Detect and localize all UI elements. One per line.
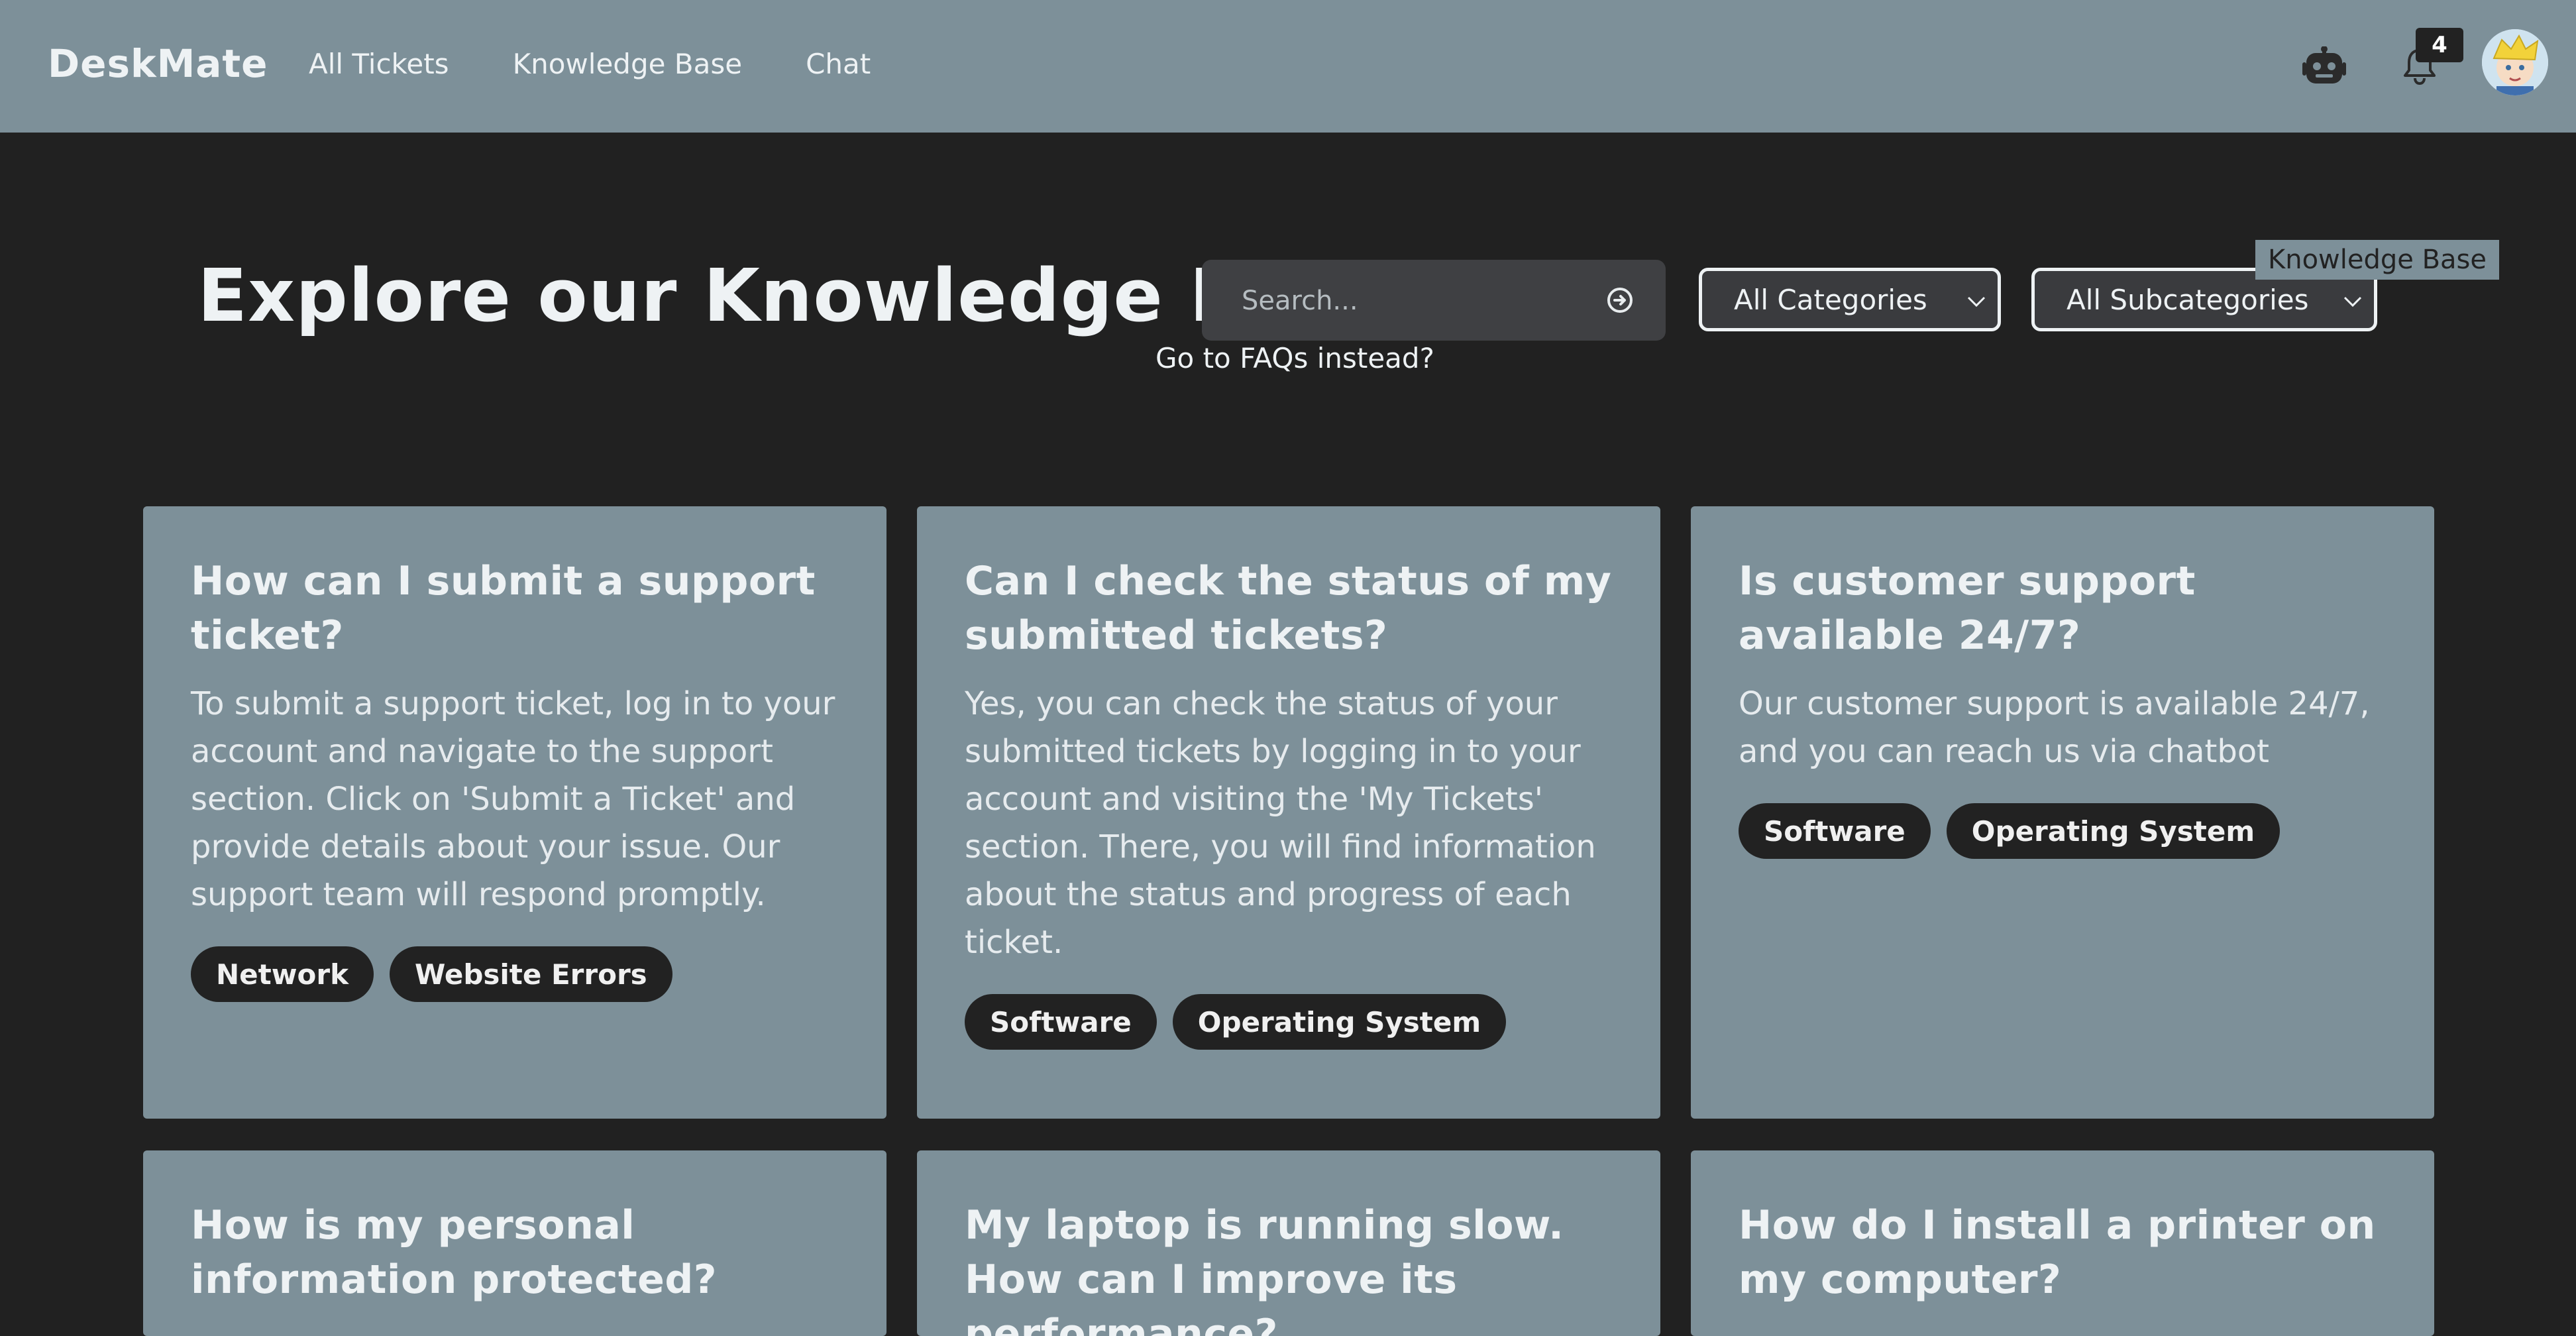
article-title: How is my personal information protected… xyxy=(191,1202,718,1303)
article-card[interactable]: My laptop is running slow. How can I imp… xyxy=(917,1150,1660,1336)
tag-chip[interactable]: Network xyxy=(191,946,374,1002)
article-title: Is customer support available 24/7? xyxy=(1739,558,2196,659)
tag-chip[interactable]: Website Errors xyxy=(390,946,672,1002)
nav-link-all-tickets[interactable]: All Tickets xyxy=(309,48,449,80)
brand-logo[interactable]: DeskMate xyxy=(48,41,268,86)
chatbot-button[interactable] xyxy=(2291,33,2357,99)
article-card[interactable]: Is customer support available 24/7? Our … xyxy=(1691,506,2434,1119)
chevron-down-icon xyxy=(1967,296,1986,307)
chevron-down-icon xyxy=(2343,296,2362,307)
tag-chip[interactable]: Software xyxy=(965,994,1157,1050)
article-title: How do I install a printer on my compute… xyxy=(1739,1202,2376,1303)
article-title: How can I submit a support ticket? xyxy=(191,558,816,659)
subcategory-select-value: All Subcategories xyxy=(2066,283,2309,316)
article-card[interactable]: How do I install a printer on my compute… xyxy=(1691,1150,2434,1336)
nav-link-knowledge-base[interactable]: Knowledge Base xyxy=(513,48,743,80)
article-title: Can I check the status of my submitted t… xyxy=(965,558,1612,659)
article-body: Our customer support is available 24/7, … xyxy=(1739,685,2370,770)
article-tags: Software Operating System xyxy=(965,994,1613,1050)
article-title: My laptop is running slow. How can I imp… xyxy=(965,1202,1564,1336)
article-tags: Network Website Errors xyxy=(191,946,839,1002)
tag-chip[interactable]: Software xyxy=(1739,803,1931,859)
tag-chip[interactable]: Operating System xyxy=(1172,994,1507,1050)
article-tags: Software Operating System xyxy=(1739,803,2387,859)
faq-link[interactable]: Go to FAQs instead? xyxy=(1155,342,1434,374)
article-body: Yes, you can check the status of your su… xyxy=(965,685,1596,961)
article-card[interactable]: How is my personal information protected… xyxy=(143,1150,886,1336)
nav-link-chat[interactable]: Chat xyxy=(806,48,871,80)
article-card[interactable]: Can I check the status of my submitted t… xyxy=(917,506,1660,1119)
search-submit-icon[interactable] xyxy=(1603,284,1637,317)
article-card[interactable]: How can I submit a support ticket? To su… xyxy=(143,506,886,1119)
user-avatar[interactable] xyxy=(2482,29,2548,95)
tooltip: Knowledge Base xyxy=(2255,240,2499,280)
category-select-value: All Categories xyxy=(1734,283,1927,316)
tag-chip[interactable]: Operating System xyxy=(1946,803,2281,859)
avatar-image xyxy=(2482,29,2548,95)
robot-icon xyxy=(2302,46,2346,84)
category-select[interactable]: All Categories xyxy=(1699,268,2001,331)
top-navbar: DeskMate All Tickets Knowledge Base Chat… xyxy=(0,0,2576,133)
notification-count-badge: 4 xyxy=(2416,28,2463,62)
article-body: To submit a support ticket, log in to yo… xyxy=(191,685,835,913)
search-bar xyxy=(1202,260,1666,341)
nav-links: All Tickets Knowledge Base Chat xyxy=(309,48,871,80)
search-input[interactable] xyxy=(1242,282,1586,319)
